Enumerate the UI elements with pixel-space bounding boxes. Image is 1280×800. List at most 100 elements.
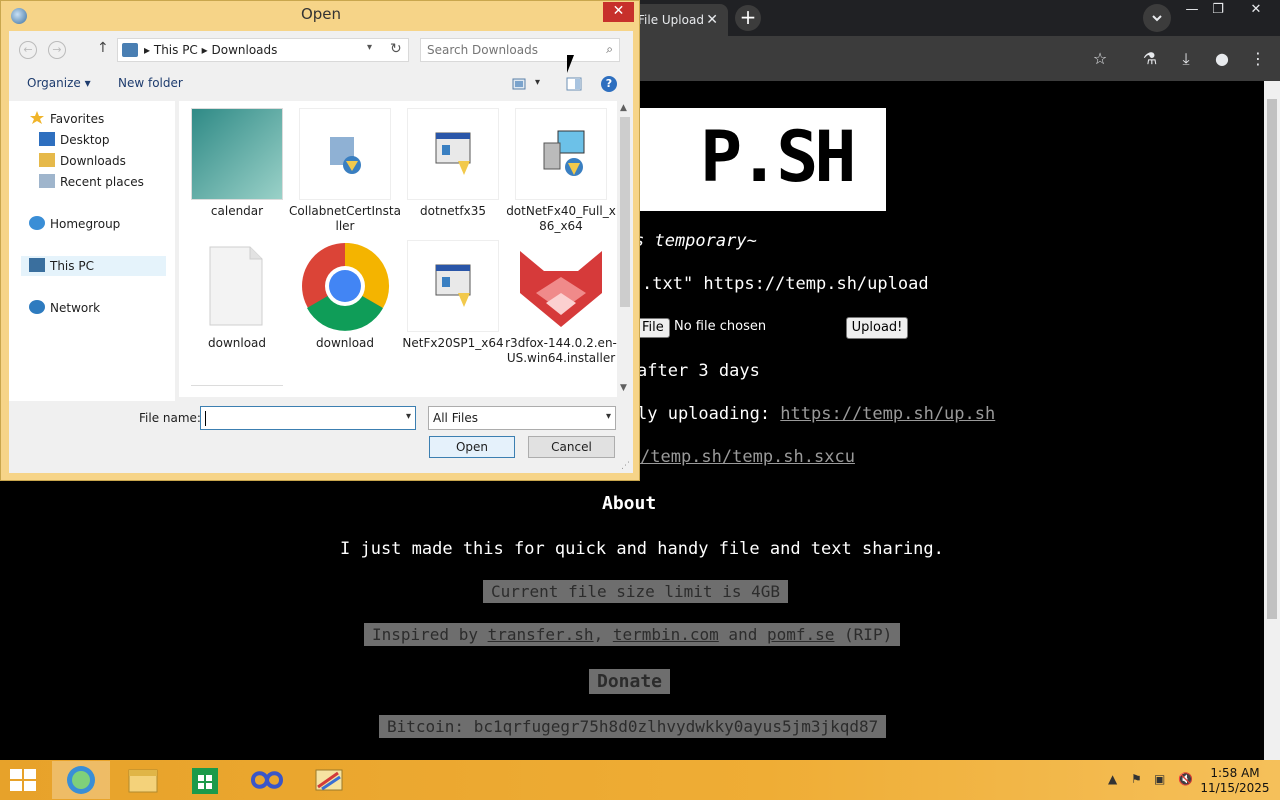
taskbar-app-infinity[interactable] [238,761,296,799]
volume-muted-icon[interactable]: 🔇 [1178,772,1193,786]
file-name: NetFx20SP1_x64 [402,336,504,350]
preview-pane-icon[interactable] [566,77,582,91]
start-button[interactable] [10,769,38,793]
file-name-input[interactable] [205,410,385,426]
about-text: I just made this for quick and handy fil… [340,539,944,559]
new-tab-button[interactable]: + [735,5,761,31]
curl-command: .txt" https://temp.sh/upload [642,274,929,294]
breadcrumb-this-pc[interactable]: This PC [154,43,198,57]
file-type-dropdown-icon[interactable]: ▾ [606,411,611,422]
sxcu-link[interactable]: /temp.sh/temp.sh.sxcu [640,447,855,467]
nav-favorites[interactable]: Favorites [29,111,104,131]
forward-arrow-icon[interactable]: → [48,41,66,59]
file-name-combobox[interactable]: ▾ [200,406,416,430]
desktop-icon [39,132,55,146]
computer-icon [29,258,45,272]
scroll-up-icon[interactable]: ▲ [620,103,627,113]
open-file-dialog: Open ✕ ← → ↑ ▸ This PC ▸ Downloads ▾ ↻ ⌕… [0,0,640,481]
scroll-down-icon[interactable]: ▼ [620,383,627,393]
file-name: CollabnetCertInstaller [289,204,401,233]
tab-close-icon[interactable]: ✕ [706,12,718,28]
search-icon[interactable]: ⌕ [606,42,613,57]
nav-this-pc[interactable]: This PC [21,256,166,276]
file-list: calendar CollabnetCertInstaller dotnetfx… [179,101,619,397]
size-limit-text: Current file size limit is 4GB [483,580,788,603]
up-arrow-icon[interactable]: ↑ [97,40,109,56]
network-icon [29,300,45,314]
dialog-close-button[interactable]: ✕ [603,2,634,22]
help-icon[interactable]: ? [601,76,617,92]
tab-search-button[interactable] [1143,4,1171,32]
change-view-icon[interactable] [512,77,528,91]
view-dropdown-icon[interactable]: ▾ [535,77,551,91]
cancel-button[interactable]: Cancel [528,436,615,458]
termbin-link[interactable]: termbin.com [613,625,719,644]
taskbar-app-explorer[interactable] [114,761,172,799]
tab-title: File Upload [638,13,704,27]
mouse-cursor-icon [567,55,574,73]
page-scrollbar[interactable] [1264,81,1280,760]
file-name: dotnetfx35 [420,204,486,218]
profile-icon[interactable]: ● [1211,48,1233,70]
about-heading: About [602,493,657,514]
network-tray-icon[interactable]: ▣ [1154,772,1165,786]
nav-network[interactable]: Network [29,300,100,320]
windows-logo-pane [10,781,22,791]
address-dropdown-icon[interactable]: ▾ [367,42,372,53]
store-icon [192,768,218,794]
file-name-dropdown-icon[interactable]: ▾ [406,411,411,422]
file-list-scroll-thumb[interactable] [620,117,630,307]
chevron-down-icon [1152,15,1162,22]
breadcrumb: ▸ This PC ▸ Downloads [144,43,277,57]
taskbar-app-browser[interactable] [52,761,110,799]
navigation-pane: Favorites Desktop Downloads Recent place… [9,101,175,401]
star-icon [29,111,45,125]
file-name: calendar [210,204,264,218]
nav-downloads[interactable]: Downloads [39,153,126,173]
pomf-link[interactable]: pomf.se [767,625,834,644]
window-close-button[interactable]: ✕ [1238,0,1274,22]
bitcoin-address: Bitcoin: bc1qrfugegr75h8d0zlhvydwkky0ayu… [379,715,887,738]
file-item-partial[interactable] [191,385,291,397]
resize-grip-icon[interactable]: ⋰ [621,461,630,471]
taskbar-app-store[interactable] [176,761,234,799]
labs-flask-icon[interactable]: ⚗ [1139,48,1161,70]
choose-file-button[interactable]: File [640,318,670,338]
file-list-scrollbar[interactable]: ▲ ▼ [617,101,633,397]
nav-this-pc-label: This PC [50,259,94,273]
file-type-select[interactable]: All Files ▾ [428,406,616,430]
breadcrumb-downloads[interactable]: Downloads [212,43,278,57]
taskbar-app-paint[interactable] [300,761,358,799]
site-logo: P.SH [640,108,886,211]
menu-kebab-icon[interactable]: ⋮ [1247,48,1269,70]
download-icon[interactable]: ⤓ [1175,48,1197,70]
back-arrow-icon[interactable]: ← [19,41,37,59]
organize-button[interactable]: Organize ▾ [27,76,91,90]
taskbar-clock[interactable]: 1:58 AM 11/15/2025 [1200,766,1270,796]
page-scroll-thumb[interactable] [1267,99,1277,619]
image-thumbnail-icon [191,108,283,200]
taskbar: ▲ ⚑ ▣ 🔇 1:58 AM 11/15/2025 [0,760,1280,800]
nav-homegroup[interactable]: Homegroup [29,216,120,236]
file-name: r3dfox-144.0.2.en-US.win64.installer [505,336,617,365]
upload-button[interactable]: Upload! [846,317,908,339]
show-hidden-icons[interactable]: ▲ [1108,772,1117,786]
new-folder-button[interactable]: New folder [118,76,183,90]
refresh-icon[interactable]: ↻ [390,41,402,57]
address-bar[interactable]: ▸ This PC ▸ Downloads ▾ ↻ [117,38,409,62]
clock-time: 1:58 AM [1210,766,1260,780]
bookmark-star-icon[interactable]: ☆ [1089,48,1111,70]
open-button[interactable]: Open [429,436,515,458]
nav-desktop[interactable]: Desktop [39,132,110,152]
setup-exe-icon [407,240,499,332]
r3dfox-icon [515,240,607,332]
window-restore-button[interactable]: ❐ [1200,0,1236,22]
transfer-sh-link[interactable]: transfer.sh [488,625,594,644]
action-center-flag-icon[interactable]: ⚑ [1131,772,1142,786]
search-box[interactable]: ⌕ [420,38,620,62]
file-name: download [315,336,375,350]
windows-logo-pane [24,781,36,791]
text-caret [205,411,206,426]
up-sh-link[interactable]: https://temp.sh/up.sh [780,404,995,424]
nav-recent-places[interactable]: Recent places [39,174,144,194]
